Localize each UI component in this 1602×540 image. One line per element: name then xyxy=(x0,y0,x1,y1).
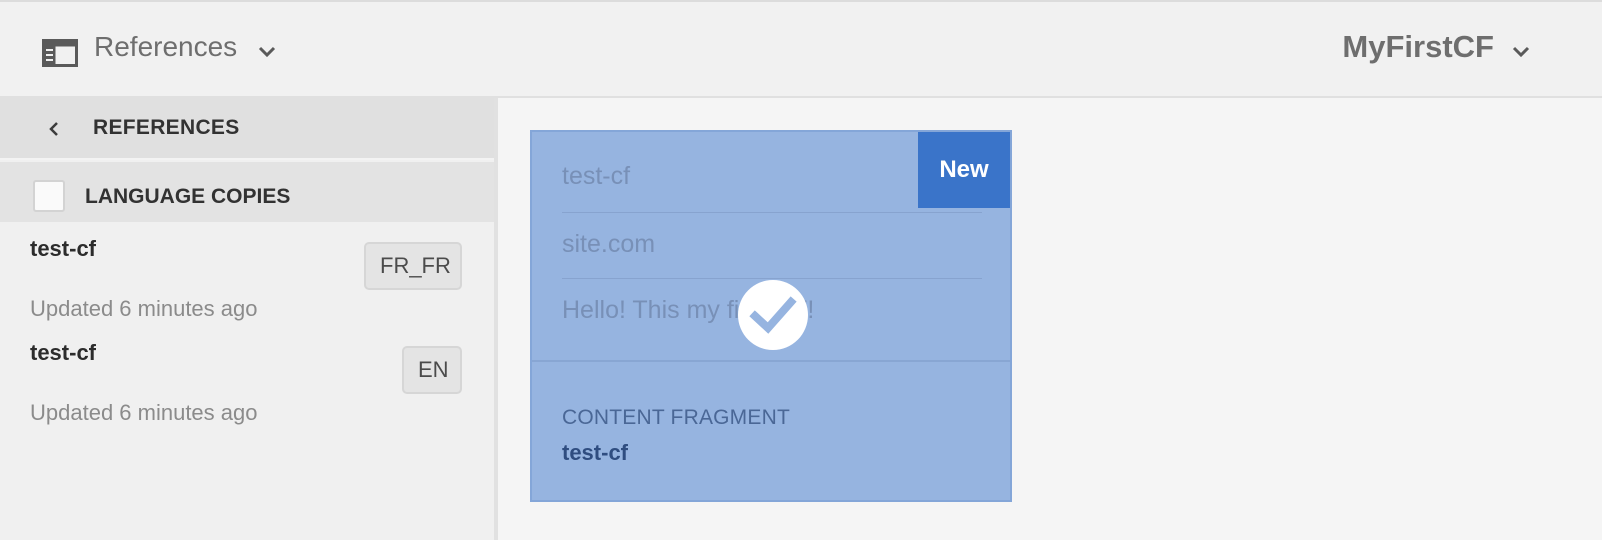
references-rail: REFERENCES LANGUAGE COPIES test-cf FR_FR… xyxy=(0,98,498,540)
chevron-left-icon[interactable] xyxy=(44,118,64,140)
updated-text: Updated 6 minutes ago xyxy=(30,400,258,425)
top-bar: References MyFirstCF xyxy=(0,0,1602,98)
rail-header: REFERENCES xyxy=(0,98,494,160)
reference-name: test-cf xyxy=(30,236,97,261)
reference-name: test-cf xyxy=(30,340,97,365)
card-line: site.com xyxy=(562,230,656,258)
divider xyxy=(562,278,982,279)
section-label: LANGUAGE COPIES xyxy=(85,185,291,208)
divider xyxy=(532,360,1010,362)
card-line: test-cf xyxy=(562,162,631,190)
card-type-label: CONTENT FRAGMENT xyxy=(562,406,790,429)
list-item[interactable]: test-cf FR_FR Updated 6 minutes ago xyxy=(0,222,494,326)
rail-selector-label[interactable]: References xyxy=(94,31,237,63)
document-title[interactable]: MyFirstCF xyxy=(1342,29,1494,65)
content-fragment-card[interactable]: test-cf site.com Hello! This my first CF… xyxy=(530,130,1012,502)
select-all-checkbox[interactable] xyxy=(33,180,65,212)
divider xyxy=(562,212,982,213)
new-badge: New xyxy=(918,132,1010,208)
list-item[interactable]: test-cf EN Updated 6 minutes ago xyxy=(0,326,494,430)
rail-toggle-icon[interactable] xyxy=(42,39,78,67)
chevron-down-icon[interactable] xyxy=(1510,42,1532,62)
checkmark-icon[interactable] xyxy=(738,280,808,350)
card-title: test-cf xyxy=(562,440,629,465)
updated-text: Updated 6 minutes ago xyxy=(30,296,258,321)
rail-header-label: REFERENCES xyxy=(93,116,240,139)
language-badge: EN xyxy=(402,346,462,394)
chevron-down-icon[interactable] xyxy=(256,42,278,62)
language-badge: FR_FR xyxy=(364,242,462,290)
